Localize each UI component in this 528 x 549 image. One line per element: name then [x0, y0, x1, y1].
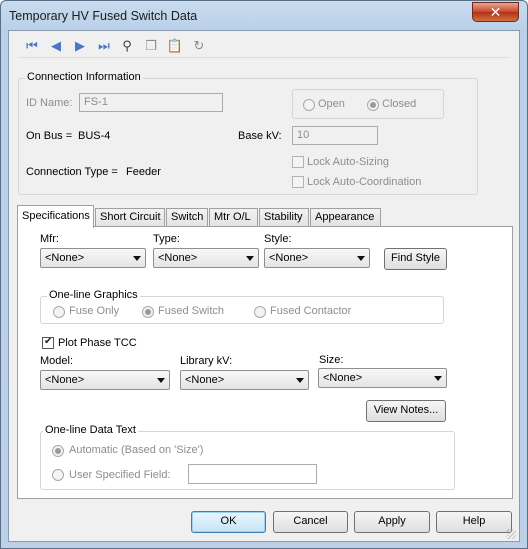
model-select[interactable]: <None> — [40, 370, 170, 390]
resize-grip-icon[interactable] — [506, 529, 516, 539]
closed-radio[interactable] — [367, 99, 379, 111]
mfr-value: <None> — [45, 252, 85, 264]
find-style-button[interactable]: Find Style — [384, 248, 447, 270]
type-label: Type: — [153, 233, 180, 245]
oneline-data-text-group: One-line Data Text Automatic (Based on '… — [40, 424, 455, 490]
type-value: <None> — [158, 252, 198, 264]
chevron-down-icon — [357, 256, 365, 261]
size-select[interactable]: <None> — [318, 368, 447, 388]
open-label: Open — [318, 98, 345, 110]
open-radio[interactable] — [303, 99, 315, 111]
size-label: Size: — [319, 354, 344, 366]
tab-stability[interactable]: Stability — [259, 208, 309, 227]
fuse-only-label: Fuse Only — [69, 305, 120, 317]
id-name-field[interactable]: FS-1 — [79, 93, 223, 112]
paste-icon[interactable]: 📋 — [166, 37, 184, 55]
tab-mtr-ol[interactable]: Mtr O/L — [209, 208, 258, 227]
oneline-data-text-title: One-line Data Text — [43, 424, 138, 436]
copy-icon[interactable]: ❐ — [142, 37, 160, 55]
library-kv-value: <None> — [185, 374, 225, 386]
fuse-only-radio[interactable] — [53, 306, 65, 318]
fused-switch-label: Fused Switch — [158, 305, 225, 317]
lock-auto-coordination-checkbox[interactable] — [292, 176, 304, 188]
last-record-icon[interactable]: ⏭ — [95, 37, 113, 55]
tab-specifications[interactable]: Specifications — [17, 205, 94, 228]
style-label: Style: — [264, 233, 292, 245]
mfr-label: Mfr: — [40, 233, 59, 245]
apply-button[interactable]: Apply — [354, 511, 430, 533]
tab-strip: Specifications Short Circuit Switch Mtr … — [17, 205, 513, 228]
connection-type-label: Connection Type = — [26, 166, 118, 178]
library-kv-label: Library kV: — [180, 355, 233, 367]
find-icon[interactable]: ⚲ — [118, 37, 136, 55]
user-specified-label: User Specified Field: — [69, 469, 171, 481]
library-kv-select[interactable]: <None> — [180, 370, 309, 390]
lock-auto-sizing-label: Lock Auto-Sizing — [307, 156, 389, 168]
on-bus-value: BUS-4 — [78, 130, 111, 142]
base-kv-field[interactable]: 10 — [292, 126, 378, 145]
chevron-down-icon — [246, 256, 254, 261]
connection-info-group: Connection Information ID Name: FS-1 Ope… — [18, 71, 478, 195]
title-bar[interactable]: Temporary HV Fused Switch Data ✕ — [1, 1, 527, 31]
plot-phase-tcc-checkbox[interactable] — [42, 336, 54, 349]
tab-appearance[interactable]: Appearance — [310, 208, 381, 227]
user-specified-radio[interactable] — [52, 469, 64, 481]
oneline-graphics-title: One-line Graphics — [47, 289, 140, 301]
closed-label: Closed — [382, 98, 417, 110]
chevron-down-icon — [133, 256, 141, 261]
chevron-down-icon — [157, 378, 165, 383]
record-toolbar: ⏮ ◀ ▶ ⏭ ⚲ ❐ 📋 ↻ — [19, 34, 509, 58]
connection-type-value: Feeder — [126, 166, 161, 178]
connection-info-title: Connection Information — [25, 71, 143, 83]
dialog-client: ⏮ ◀ ▶ ⏭ ⚲ ❐ 📋 ↻ Connection Information I… — [8, 30, 520, 542]
ok-button[interactable]: OK — [191, 511, 266, 533]
style-select[interactable]: <None> — [264, 248, 370, 268]
first-record-icon[interactable]: ⏮ — [23, 37, 41, 55]
type-select[interactable]: <None> — [153, 248, 259, 268]
help-button[interactable]: Help — [436, 511, 512, 533]
user-specified-field[interactable] — [188, 464, 317, 484]
lock-auto-sizing-checkbox[interactable] — [292, 156, 304, 168]
automatic-radio[interactable] — [52, 445, 64, 457]
id-name-label: ID Name: — [26, 97, 73, 109]
fused-contactor-radio[interactable] — [254, 306, 266, 318]
fused-switch-radio[interactable] — [142, 306, 154, 318]
model-value: <None> — [45, 374, 85, 386]
mfr-select[interactable]: <None> — [40, 248, 146, 268]
model-label: Model: — [40, 355, 74, 367]
close-button[interactable]: ✕ — [472, 2, 519, 22]
size-value: <None> — [323, 372, 363, 384]
undo-icon[interactable]: ↻ — [190, 37, 208, 55]
next-record-icon[interactable]: ▶ — [71, 37, 89, 55]
view-notes-button[interactable]: View Notes... — [366, 400, 446, 422]
window-title: Temporary HV Fused Switch Data — [9, 9, 198, 23]
specifications-panel: Mfr: <None> Type: <None> Style: <None> F… — [17, 226, 513, 499]
chevron-down-icon — [296, 378, 304, 383]
style-value: <None> — [269, 252, 309, 264]
dialog-window: Temporary HV Fused Switch Data ✕ ⏮ ◀ ▶ ⏭… — [0, 0, 528, 549]
plot-phase-tcc-label: Plot Phase TCC — [58, 337, 137, 349]
base-kv-label: Base kV: — [238, 130, 282, 142]
lock-auto-coordination-label: Lock Auto-Coordination — [307, 176, 422, 188]
fused-contactor-label: Fused Contactor — [270, 305, 352, 317]
on-bus-label: On Bus = — [26, 130, 73, 142]
automatic-label: Automatic (Based on 'Size') — [69, 444, 204, 456]
tab-switch[interactable]: Switch — [166, 208, 208, 227]
cancel-button[interactable]: Cancel — [273, 511, 348, 533]
tab-short-circuit[interactable]: Short Circuit — [95, 208, 165, 227]
prev-record-icon[interactable]: ◀ — [47, 37, 65, 55]
oneline-graphics-group: One-line Graphics Fuse Only Fused Switch… — [40, 289, 444, 324]
chevron-down-icon — [434, 376, 442, 381]
